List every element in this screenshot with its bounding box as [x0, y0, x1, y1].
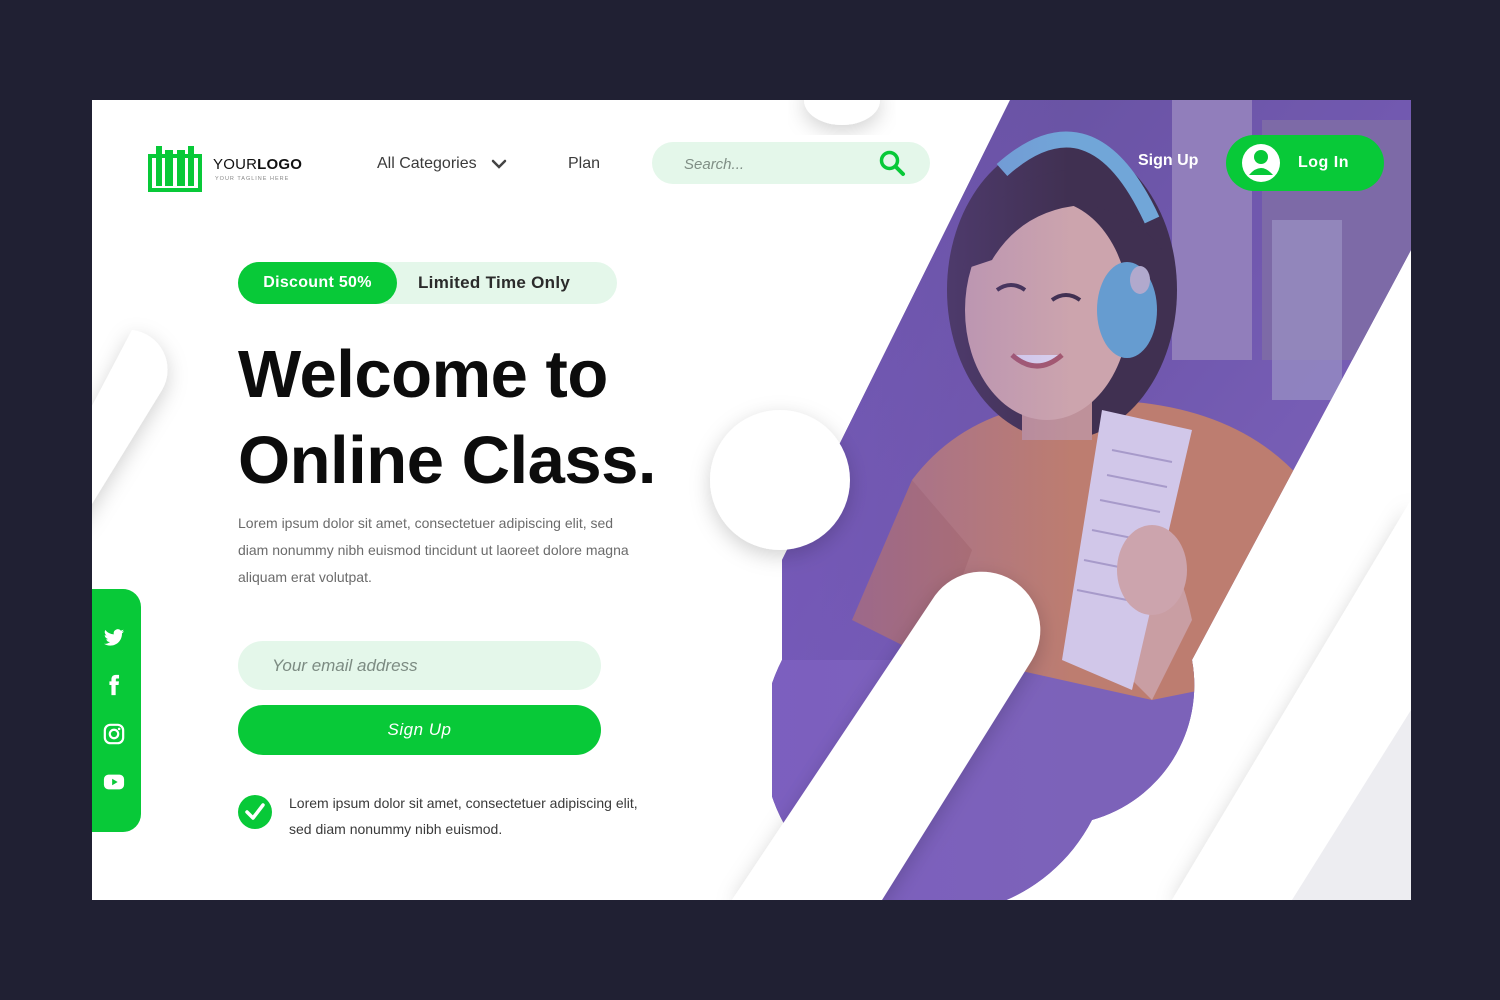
headline-line-1: Welcome to	[238, 337, 608, 412]
facebook-icon[interactable]	[103, 674, 125, 696]
feature-checklist-item: Lorem ipsum dolor sit amet, consectetuer…	[238, 790, 658, 846]
all-categories-label: All Categories	[377, 155, 477, 172]
logo-tagline: YOUR TAGLINE HERE	[215, 176, 290, 182]
instagram-icon[interactable]	[103, 723, 125, 745]
logo-wordmark: YOURLOGO	[213, 156, 302, 173]
checklist-text: Lorem ipsum dolor sit amet, consectetuer…	[289, 795, 638, 837]
nav-signup-link[interactable]: Sign Up	[1138, 152, 1198, 170]
nav-link-plan[interactable]: Plan	[568, 152, 600, 176]
book-logo-icon	[148, 146, 202, 192]
logo-wordmark-bold: LOGO	[257, 156, 303, 173]
twitter-icon[interactable]	[103, 627, 125, 649]
discount-badge: Discount 50%	[238, 262, 397, 304]
user-avatar-icon	[1242, 144, 1280, 182]
login-button-label: Log In	[1298, 154, 1349, 171]
promo-text: Limited Time Only	[418, 273, 571, 292]
hero-description: Lorem ipsum dolor sit amet, consectetuer…	[238, 515, 629, 585]
login-button[interactable]: Log In	[1226, 135, 1384, 191]
youtube-icon[interactable]	[103, 771, 125, 793]
check-circle-icon	[238, 795, 272, 829]
email-field[interactable]	[238, 641, 601, 690]
search-input[interactable]	[682, 142, 876, 186]
social-sidebar	[92, 589, 141, 832]
headline-line-2: Online Class.	[238, 423, 656, 498]
all-categories-dropdown[interactable]: All Categories	[377, 152, 507, 176]
signup-button[interactable]: Sign Up	[238, 705, 601, 755]
landing-page: YOURLOGO YOUR TAGLINE HERE All Categorie…	[92, 100, 1411, 900]
search-icon[interactable]	[878, 149, 906, 177]
promo-pill: Discount 50% Limited Time Only	[238, 262, 617, 304]
search-bar	[652, 142, 930, 186]
hero-headline: Welcome to Online Class.	[238, 332, 678, 504]
top-navigation: YOURLOGO YOUR TAGLINE HERE All Categorie…	[92, 100, 1411, 230]
logo-wordmark-light: YOUR	[213, 156, 258, 173]
brand-logo[interactable]: YOURLOGO YOUR TAGLINE HERE	[147, 142, 307, 194]
chevron-down-icon	[491, 159, 506, 169]
